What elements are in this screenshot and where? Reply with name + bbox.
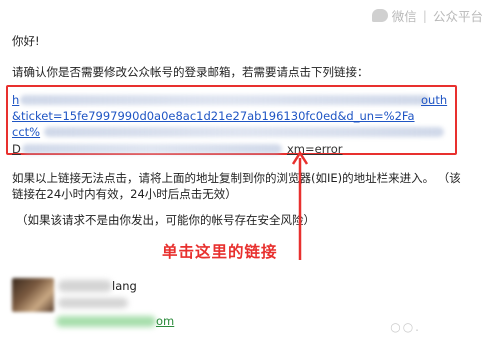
sender-avatar [12,278,54,312]
confirm-link-start[interactable]: h [12,92,19,108]
confirm-link-line2[interactable]: &ticket=15fe7997990d0a0e8ac1d21e27ab1961… [12,108,415,124]
confirm-link-line1[interactable]: outh [421,92,447,108]
link-blur-line1 [20,95,430,105]
sender-name-blur [58,280,112,292]
email-instruction: 请确认你是否需要修改公众帐号的登录邮箱，若需要请点击下列链接： [12,65,369,79]
sender-email-blur [56,316,156,327]
sender-name: lang [112,279,137,293]
watermark-divider: | [422,8,427,23]
wechat-chat-icon [371,9,388,22]
wechat-watermark: 微信 | 公众平台 [371,6,483,25]
confirm-link-line4-start[interactable]: D [12,141,21,157]
fallback-instructions: 如果以上链接无法点击，请将上面的地址复制到你的浏览器(如IE)的地址栏来进入。 … [12,171,461,201]
link-blur-line4 [22,144,282,154]
watermark-platform: 公众平台 [432,9,483,24]
confirm-link-line3[interactable]: cct% [12,124,40,140]
security-note: （如果该请求不是由你发出，可能你的帐号存在安全风险） [16,213,315,227]
sender-title-blur [58,298,128,308]
link-blur-line3 [44,127,444,137]
annotation-arrow-icon [291,150,309,260]
sender-email[interactable]: om [156,314,174,328]
email-greeting: 你好! [12,34,40,48]
watermark-brand: 微信 [391,9,417,24]
click-link-annotation: 单击这里的链接 [162,243,278,261]
decorative-dots-icon: ○○. [390,320,421,334]
